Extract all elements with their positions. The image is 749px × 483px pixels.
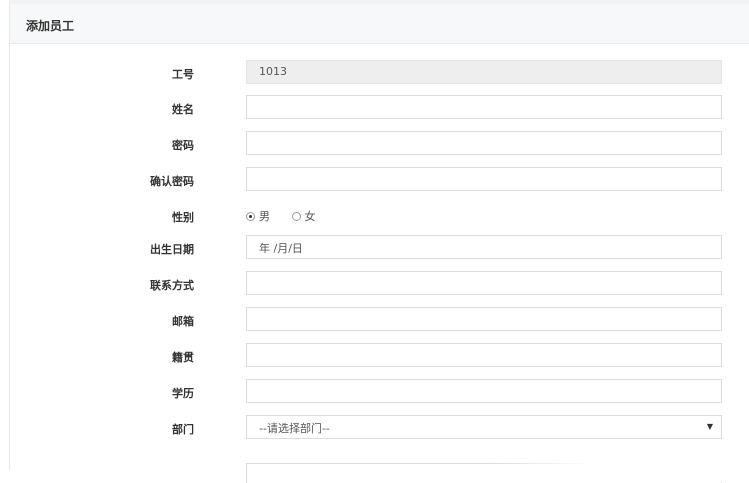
add-employee-panel: 添加员工 工号 1013 姓名 密码 确认密码 性别 男 女 出生日期 年 /月…: [9, 0, 749, 483]
password-input[interactable]: [246, 131, 722, 155]
gender-label: 性别: [172, 211, 194, 224]
department-row: 部门 --请选择部门-- ▼: [10, 415, 749, 441]
name-row: 姓名: [10, 95, 749, 121]
employee-id-label: 工号: [172, 68, 194, 81]
gender-radio-group: 男 女: [246, 208, 334, 224]
birthday-label: 出生日期: [150, 243, 194, 256]
department-select-value: --请选择部门--: [259, 422, 330, 435]
education-row: 学历: [10, 379, 749, 405]
gender-male-label[interactable]: 男: [259, 210, 270, 223]
confirm-password-input[interactable]: [246, 167, 722, 191]
gender-row: 性别 男 女: [10, 203, 749, 229]
name-label: 姓名: [172, 103, 194, 116]
gender-male-radio[interactable]: [246, 212, 255, 221]
contact-row: 联系方式: [10, 271, 749, 297]
native-place-label: 籍贯: [172, 351, 194, 364]
native-place-input[interactable]: [246, 343, 722, 367]
birthday-row: 出生日期 年 /月/日: [10, 235, 749, 261]
gender-female-radio[interactable]: [291, 212, 301, 221]
department-select[interactable]: --请选择部门-- ▼: [246, 415, 722, 439]
employee-id-row: 工号 1013: [10, 60, 749, 86]
panel-title: 添加员工: [26, 19, 75, 33]
education-label: 学历: [172, 387, 194, 400]
contact-label: 联系方式: [150, 279, 194, 292]
chevron-down-icon: ▼: [706, 422, 713, 431]
email-input[interactable]: [246, 307, 722, 331]
bottom-fade: [490, 460, 749, 482]
gender-female-label[interactable]: 女: [305, 210, 316, 223]
panel-header: 添加员工: [10, 4, 749, 44]
confirm-password-label: 确认密码: [150, 175, 194, 188]
password-row: 密码: [10, 131, 749, 157]
name-input[interactable]: [246, 95, 722, 119]
confirm-password-row: 确认密码: [10, 167, 749, 193]
education-input[interactable]: [246, 379, 722, 403]
email-row: 邮箱: [10, 307, 749, 333]
email-label: 邮箱: [172, 315, 194, 328]
contact-input[interactable]: [246, 271, 722, 295]
birthday-input[interactable]: 年 /月/日: [246, 235, 722, 259]
employee-id-input: 1013: [246, 60, 722, 84]
native-place-row: 籍贯: [10, 343, 749, 369]
password-label: 密码: [172, 139, 194, 152]
department-label: 部门: [172, 423, 194, 436]
